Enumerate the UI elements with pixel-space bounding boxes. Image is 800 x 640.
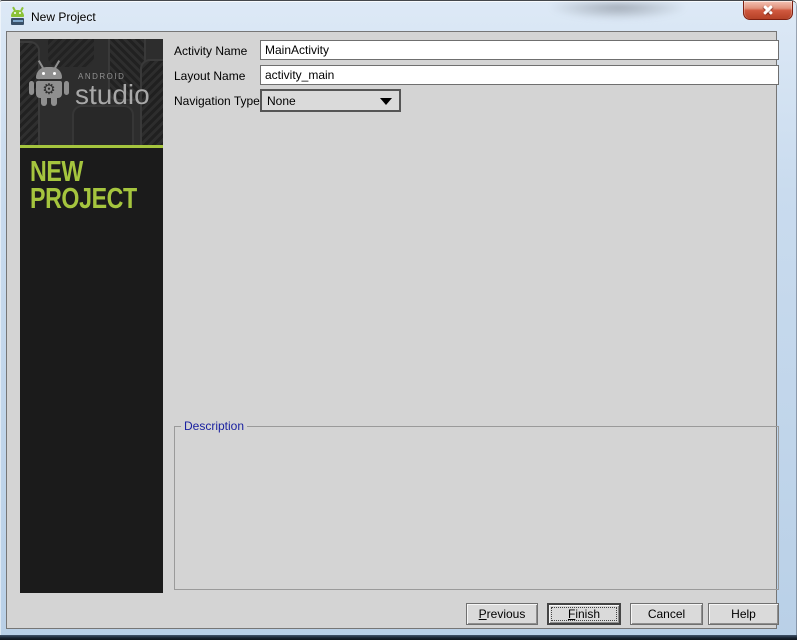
window-bottom-border: [0, 635, 797, 640]
pattern-shape: [72, 105, 134, 145]
layout-name-label: Layout Name: [174, 69, 245, 83]
title-bar[interactable]: New Project: [0, 2, 797, 31]
description-legend: Description: [181, 419, 247, 433]
activity-name-label: Activity Name: [174, 44, 247, 58]
robot-leg: [51, 98, 57, 106]
robot-eye: [53, 72, 56, 75]
titlebar-glass-smudge: [548, 2, 688, 20]
window-title: New Project: [31, 10, 96, 24]
description-group-box: Description: [174, 426, 779, 590]
activity-name-input[interactable]: [260, 40, 779, 60]
robot-eye: [42, 72, 45, 75]
android-studio-logo-panel: ⚙ ANDROID studio: [20, 39, 163, 145]
robot-arm: [29, 81, 34, 95]
close-button[interactable]: [743, 1, 793, 20]
help-button[interactable]: Help: [708, 603, 779, 625]
screenshot-root: New Project: [0, 0, 800, 640]
navigation-type-selected-value: None: [267, 94, 296, 108]
cancel-button[interactable]: Cancel: [630, 603, 703, 625]
navigation-type-dropdown[interactable]: None: [260, 89, 401, 112]
cancel-button-label: Cancel: [648, 607, 685, 621]
help-button-label: Help: [731, 607, 756, 621]
dialog-client-area: ⚙ ANDROID studio NEW PROJECT: [6, 31, 777, 629]
android-robot-gear-icon: ⚙: [32, 59, 66, 111]
icon-robot-eye: [14, 12, 16, 14]
new-project-window: New Project: [0, 0, 797, 640]
wizard-step-title: NEW PROJECT: [30, 159, 137, 213]
icon-robot-eye: [19, 12, 21, 14]
wizard-step-title-line1: NEW: [30, 159, 137, 186]
robot-arm: [64, 81, 69, 95]
robot-head: [36, 67, 62, 79]
robot-leg: [41, 98, 47, 106]
previous-button[interactable]: Previous: [466, 603, 538, 625]
android-robot-icon: [9, 8, 26, 25]
previous-button-label: Previous: [479, 607, 526, 621]
finish-button[interactable]: Finish: [547, 603, 621, 625]
wizard-step-title-line2: PROJECT: [30, 186, 137, 213]
wizard-sidebar: ⚙ ANDROID studio NEW PROJECT: [20, 39, 163, 593]
navigation-type-label: Navigation Type: [174, 94, 260, 108]
finish-button-label: Finish: [568, 607, 600, 621]
caret-down-icon: [380, 98, 392, 105]
robot-body: ⚙: [36, 81, 62, 98]
gear-icon: ⚙: [42, 82, 55, 97]
brand-studio-label: studio: [75, 79, 150, 111]
layout-name-input[interactable]: [260, 65, 779, 85]
icon-robot-body: [11, 18, 24, 25]
icon-robot-head: [11, 10, 24, 17]
sidebar-heading-panel: NEW PROJECT: [20, 148, 163, 593]
